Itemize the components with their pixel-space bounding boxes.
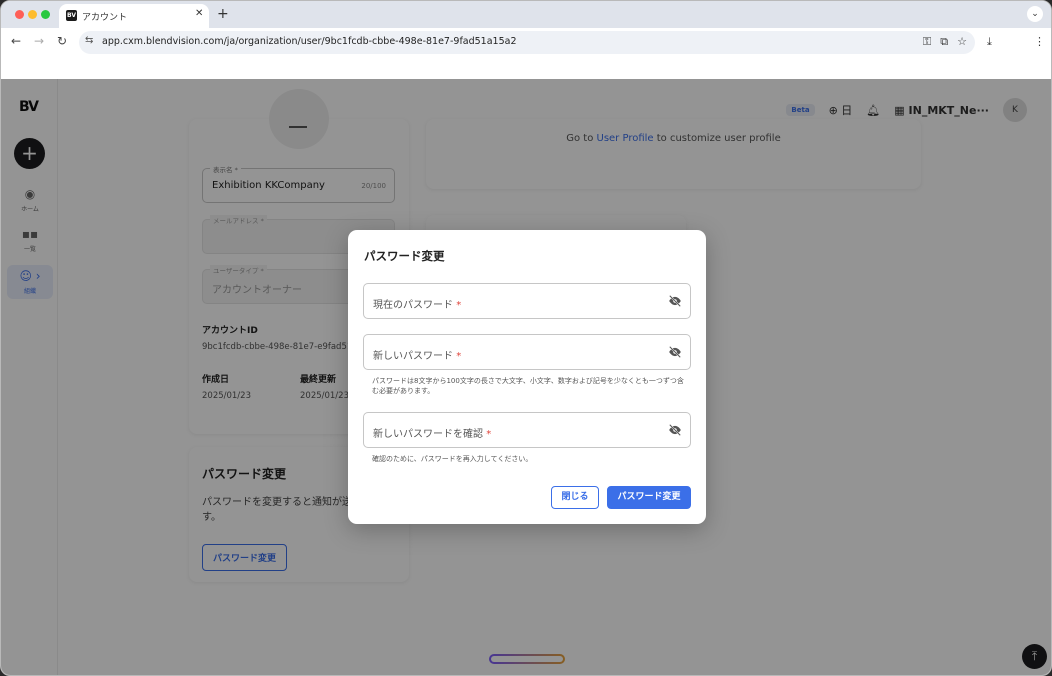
tab-close-icon[interactable]: ✕ (195, 8, 203, 19)
url-text: app.cxm.blendvision.com/ja/organization/… (102, 36, 517, 47)
tab-strip: BV アカウント ✕ + ⌄ (1, 1, 1051, 28)
eye-off-icon[interactable] (668, 294, 682, 308)
reload-icon[interactable]: ↻ (57, 34, 67, 48)
confirm-password-placeholder: 新しいパスワードを確認 * (373, 429, 492, 440)
bookmark-star-icon[interactable]: ☆ (957, 35, 967, 49)
address-bar[interactable]: ⇆ app.cxm.blendvision.com/ja/organizatio… (79, 31, 975, 54)
change-password-dialog: パスワード変更 現在のパスワード * 新しいパスワード * パスワードは8文字か… (348, 230, 706, 524)
current-password-input[interactable]: 現在のパスワード * (363, 283, 691, 319)
eye-off-icon[interactable] (668, 345, 682, 359)
close-window-button[interactable] (15, 10, 24, 19)
install-app-icon[interactable]: ⧉ (940, 35, 948, 49)
back-icon[interactable]: ← (11, 34, 21, 48)
dialog-title: パスワード変更 (364, 249, 445, 263)
tab-search-icon[interactable]: ⌄ (1027, 6, 1043, 22)
minimize-window-button[interactable] (28, 10, 37, 19)
new-password-input[interactable]: 新しいパスワード * (363, 334, 691, 370)
favicon-icon: BV (66, 10, 77, 21)
close-button[interactable]: 閉じる (551, 486, 599, 509)
new-tab-icon[interactable]: + (217, 6, 229, 22)
password-key-icon[interactable]: ⚿ (923, 35, 931, 49)
confirm-password-help: 確認のために、パスワードを再入力してください。 (372, 455, 533, 463)
site-settings-icon[interactable]: ⇆ (85, 35, 93, 46)
browser-tab-account[interactable]: BV アカウント ✕ (59, 4, 209, 28)
forward-icon[interactable]: → (34, 34, 44, 48)
new-password-placeholder: 新しいパスワード * (373, 351, 462, 362)
current-password-placeholder: 現在のパスワード * (373, 300, 462, 311)
new-password-help: パスワードは8文字から100文字の長さで大文字、小文字、数字および記号を少なくと… (372, 377, 684, 395)
eye-off-icon[interactable] (668, 423, 682, 437)
tab-title: アカウント (82, 13, 128, 23)
confirm-password-input[interactable]: 新しいパスワードを確認 * (363, 412, 691, 448)
browser-window: BV アカウント ✕ + ⌄ ← → ↻ ⇆ app.cxm.blendvisi… (0, 0, 1052, 676)
download-icon[interactable]: ⤓ (987, 35, 992, 49)
change-password-button[interactable]: パスワード変更 (607, 486, 691, 509)
zoom-window-button[interactable] (41, 10, 50, 19)
browser-menu-icon[interactable]: ⋮ (1034, 35, 1045, 48)
browser-toolbar: ← → ↻ ⇆ app.cxm.blendvision.com/ja/organ… (1, 28, 1051, 56)
